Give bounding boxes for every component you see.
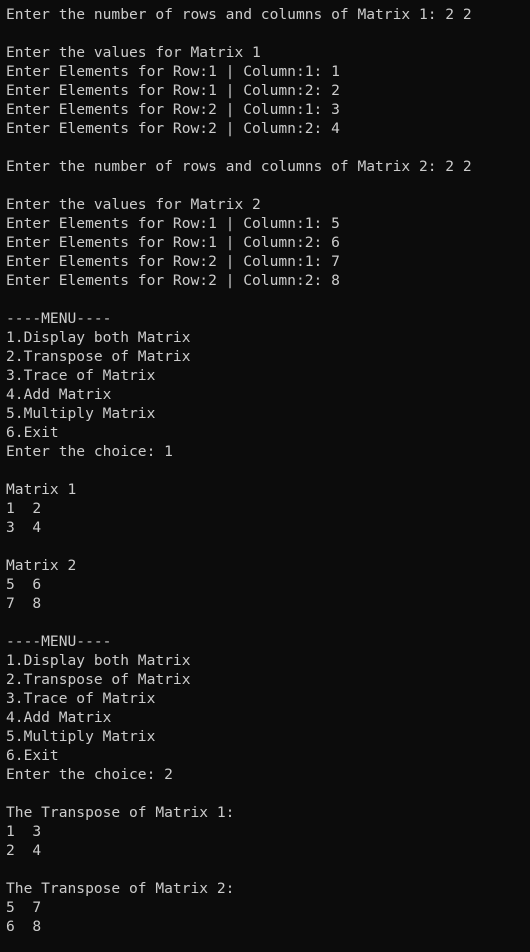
terminal-line: 3.Trace of Matrix: [6, 367, 156, 384]
terminal-line: Enter Elements for Row:1 | Column:1: 5: [6, 215, 340, 232]
terminal-line: Enter Elements for Row:2 | Column:2: 4: [6, 120, 340, 137]
terminal-line: Matrix 2: [6, 557, 77, 574]
terminal-line: Enter the choice: 2: [6, 766, 173, 783]
terminal-line: Enter Elements for Row:1 | Column:2: 6: [6, 234, 340, 251]
terminal-line: Enter Elements for Row:2 | Column:1: 3: [6, 101, 340, 118]
terminal-line: 2 4: [6, 842, 42, 859]
terminal-line: 1.Display both Matrix: [6, 329, 191, 346]
terminal-line: Enter the values for Matrix 1: [6, 44, 261, 61]
terminal-line: 6.Exit: [6, 747, 59, 764]
terminal-line: Enter Elements for Row:1 | Column:2: 2: [6, 82, 340, 99]
terminal-line: Matrix 1: [6, 481, 77, 498]
terminal-line: 6.Exit: [6, 424, 59, 441]
terminal-line: 3 4: [6, 519, 42, 536]
terminal-line: 5 7: [6, 899, 42, 916]
terminal-line: 5 6: [6, 576, 42, 593]
terminal-line: Enter the number of rows and columns of …: [6, 158, 472, 175]
terminal-line: 3.Trace of Matrix: [6, 690, 156, 707]
terminal-line: Enter the choice: 1: [6, 443, 173, 460]
terminal-line: 4.Add Matrix: [6, 386, 112, 403]
terminal-line: Enter Elements for Row:2 | Column:1: 7: [6, 253, 340, 270]
terminal-line: Enter Elements for Row:1 | Column:1: 1: [6, 63, 340, 80]
terminal-line: 5.Multiply Matrix: [6, 405, 156, 422]
terminal-output[interactable]: Enter the number of rows and columns of …: [0, 0, 530, 952]
terminal-line: 2.Transpose of Matrix: [6, 671, 191, 688]
terminal-line: 2.Transpose of Matrix: [6, 348, 191, 365]
terminal-line: 5.Multiply Matrix: [6, 728, 156, 745]
terminal-line: The Transpose of Matrix 2:: [6, 880, 235, 897]
terminal-line: 4.Add Matrix: [6, 709, 112, 726]
terminal-line: ----MENU----: [6, 633, 112, 650]
terminal-line: Enter the number of rows and columns of …: [6, 6, 472, 23]
terminal-line: 1.Display both Matrix: [6, 652, 191, 669]
terminal-line: 6 8: [6, 918, 42, 935]
terminal-line: ----MENU----: [6, 310, 112, 327]
terminal-line: Enter the values for Matrix 2: [6, 196, 261, 213]
terminal-line: 7 8: [6, 595, 42, 612]
terminal-line: The Transpose of Matrix 1:: [6, 804, 235, 821]
terminal-line: 1 2: [6, 500, 42, 517]
terminal-line: 1 3: [6, 823, 42, 840]
terminal-line: Enter Elements for Row:2 | Column:2: 8: [6, 272, 340, 289]
